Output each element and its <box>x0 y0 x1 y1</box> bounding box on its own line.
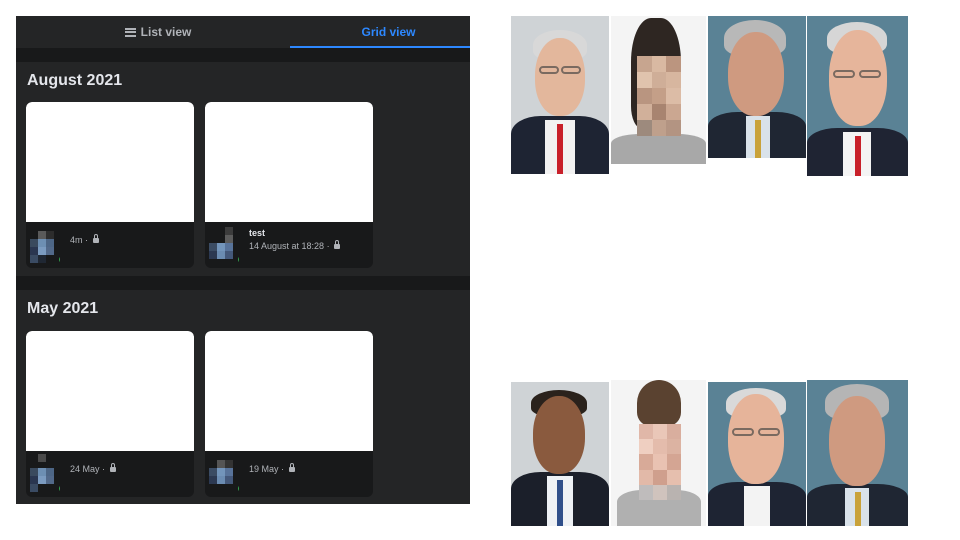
tab-grid-view-label: Grid view <box>361 25 416 39</box>
posts-panel: List view Grid view August 2021 4m · tes… <box>16 16 470 504</box>
portrait-pixelated-face <box>611 16 706 164</box>
collage-column-4 <box>807 16 908 526</box>
post-time[interactable]: 14 August at 18:28 · <box>249 241 332 251</box>
portrait-glasses-white-background <box>708 382 806 526</box>
portrait-dark-suit-blue-tie <box>511 382 609 526</box>
collage-column-2 <box>611 16 706 526</box>
portrait-red-tie-glasses <box>807 16 908 176</box>
collage-column-1 <box>511 16 609 526</box>
list-icon <box>124 27 136 37</box>
avatar[interactable] <box>30 225 60 263</box>
section-title: August 2021 <box>27 72 123 89</box>
active-tab-indicator <box>290 46 470 48</box>
lock-icon <box>92 234 99 243</box>
portrait-collage <box>511 16 908 526</box>
portrait-gold-tie <box>708 16 806 158</box>
post-title[interactable]: test <box>249 228 340 238</box>
tab-list-view-label: List view <box>140 25 192 39</box>
avatar[interactable] <box>209 454 239 492</box>
post-thumbnail[interactable] <box>205 331 373 451</box>
month-section-may-2021: May 2021 24 May · 19 May · <box>16 290 470 504</box>
pixelated-face-mosaic <box>639 424 681 500</box>
grid-icon <box>344 26 356 38</box>
post-thumbnail[interactable] <box>205 102 373 222</box>
section-title: May 2021 <box>27 300 99 317</box>
lock-icon <box>334 240 341 249</box>
post-meta: 19 May · <box>249 463 295 474</box>
post-thumbnail[interactable] <box>26 102 194 222</box>
post-card[interactable]: 24 May · <box>26 331 194 497</box>
collage-column-3 <box>708 16 806 526</box>
avatar[interactable] <box>30 454 60 492</box>
view-tabs: List view Grid view <box>16 16 470 48</box>
post-meta: 24 May · <box>70 463 116 474</box>
tab-grid-view[interactable]: Grid view <box>290 16 470 48</box>
tab-list-view[interactable]: List view <box>16 16 300 48</box>
post-time[interactable]: 4m · <box>70 235 91 245</box>
post-thumbnail[interactable] <box>26 331 194 451</box>
post-card[interactable]: 19 May · <box>205 331 373 497</box>
lock-icon <box>288 463 295 472</box>
online-status-dot <box>58 484 60 492</box>
lock-icon <box>109 463 116 472</box>
post-meta: 4m · <box>70 234 99 245</box>
online-status-dot <box>237 255 239 263</box>
portrait-red-tie-glasses <box>511 16 609 174</box>
avatar[interactable] <box>209 225 239 263</box>
post-meta: test 14 August at 18:28 · <box>249 228 341 251</box>
post-time[interactable]: 24 May · <box>70 464 108 474</box>
post-card[interactable]: test 14 August at 18:28 · <box>205 102 373 268</box>
portrait-pixelated-face <box>611 380 706 526</box>
online-status-dot <box>237 484 239 492</box>
post-card[interactable]: 4m · <box>26 102 194 268</box>
month-section-august-2021: August 2021 4m · test 14 August at 18:28… <box>16 62 470 276</box>
post-time[interactable]: 19 May · <box>249 464 287 474</box>
pixelated-face-mosaic <box>637 56 681 136</box>
portrait-gold-tie <box>807 380 908 526</box>
online-status-dot <box>58 255 60 263</box>
